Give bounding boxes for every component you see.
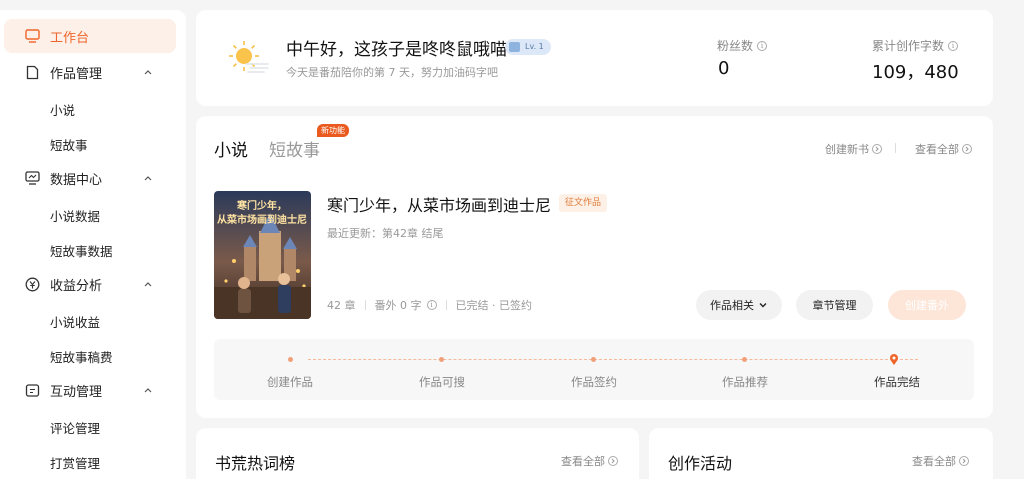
- latest-update: 最近更新：第42章 结尾: [327, 227, 444, 240]
- sidebar: 工作台 作品管理 小说 短故事 数据中心 小说数据 短故事数据 收益分析 小说收…: [0, 10, 186, 479]
- sidebar-group-label: 互动管理: [50, 384, 103, 400]
- sidebar-item-novel-income[interactable]: 小说收益: [50, 312, 100, 331]
- chevron-up-icon: [144, 388, 152, 393]
- book-title[interactable]: 寒门少年，从菜市场画到迪士尼: [327, 192, 551, 216]
- sidebar-item-novel[interactable]: 小说: [50, 100, 75, 119]
- divider: [364, 300, 366, 310]
- works-card: 小说 短故事 新功能 创建新书 查看全部 寒门少年， 从菜市场画到迪士尼 寒门少…: [196, 116, 993, 418]
- view-all-text: 查看全部: [912, 455, 956, 468]
- yen-circle-icon: [24, 276, 40, 292]
- step-label: 创建作品: [267, 375, 313, 389]
- tab-short-story[interactable]: 短故事: [269, 136, 320, 161]
- level-badge: Lv. 1: [505, 39, 551, 55]
- book-cover[interactable]: 寒门少年， 从菜市场画到迪士尼: [214, 191, 311, 319]
- sidebar-item-label: 工作台: [50, 30, 90, 46]
- words-label: 累计创作字数 i: [872, 37, 959, 54]
- arrow-right-circle-icon: [872, 144, 882, 154]
- create-book-text: 创建新书: [825, 143, 869, 156]
- arrow-right-circle-icon: [608, 456, 618, 466]
- extra-word-count: 番外 0 字: [374, 299, 422, 312]
- greeting-title: 中午好，这孩子是咚咚鼠哦喵: [286, 40, 507, 60]
- work-progress: 创建作品 作品可搜 作品签约 作品推荐 作品完结: [214, 339, 974, 400]
- step-dot: [742, 357, 747, 362]
- sidebar-group-income[interactable]: 收益分析: [4, 267, 176, 301]
- arrow-right-circle-icon: [959, 456, 969, 466]
- document-icon: [24, 64, 40, 80]
- info-icon[interactable]: i: [757, 40, 768, 51]
- cover-title-line1: 寒门少年，: [236, 199, 287, 212]
- sidebar-group-label: 数据中心: [50, 172, 103, 188]
- tab-novel[interactable]: 小说: [214, 136, 248, 161]
- step-label-current: 作品完结: [874, 375, 920, 389]
- chart-monitor-icon: [24, 170, 40, 186]
- chevron-up-icon: [144, 282, 152, 287]
- view-all-activity-link[interactable]: 查看全部: [912, 453, 969, 469]
- sidebar-item-comments[interactable]: 评论管理: [50, 418, 100, 437]
- sidebar-item-short-story-fee[interactable]: 短故事稿费: [50, 347, 113, 366]
- book-icon: [509, 42, 520, 52]
- view-all-text: 查看全部: [915, 143, 959, 156]
- level-text: Lv. 1: [525, 42, 544, 51]
- chevron-up-icon: [144, 176, 152, 181]
- create-book-link[interactable]: 创建新书: [825, 141, 882, 157]
- sidebar-group-data[interactable]: 数据中心: [4, 161, 176, 195]
- sidebar-group-label: 作品管理: [50, 66, 103, 82]
- sun-cloud-icon: [229, 41, 269, 73]
- step-label: 作品可搜: [419, 375, 465, 389]
- activity-card: 创作活动 查看全部: [649, 428, 993, 479]
- progress-track: [308, 359, 918, 360]
- view-all-works-link[interactable]: 查看全部: [915, 141, 972, 157]
- monitor-icon: [24, 28, 40, 44]
- work-related-dropdown[interactable]: 作品相关: [696, 290, 782, 320]
- sidebar-item-short-story-data[interactable]: 短故事数据: [50, 241, 113, 260]
- book-status: 已完结 · 已签约: [455, 299, 533, 312]
- fans-label-text: 粉丝数: [717, 39, 754, 53]
- words-value: 109，480: [872, 62, 959, 83]
- location-pin-icon: [890, 354, 898, 365]
- activity-title: 创作活动: [668, 454, 733, 473]
- step-dot: [591, 357, 596, 362]
- view-all-hot-link[interactable]: 查看全部: [561, 453, 618, 469]
- step-dot: [288, 357, 293, 362]
- view-all-text: 查看全部: [561, 455, 605, 468]
- chevron-up-icon: [144, 70, 152, 75]
- chapter-count: 42 章: [327, 299, 356, 312]
- sidebar-group-interaction[interactable]: 互动管理: [4, 373, 176, 407]
- greeting-subtitle: 今天是番茄陪你的第 7 天，努力加油码字吧: [286, 66, 498, 79]
- fans-value: 0: [718, 58, 730, 79]
- work-related-label: 作品相关: [710, 299, 754, 312]
- step-label: 作品推荐: [722, 375, 768, 389]
- info-icon[interactable]: i: [948, 40, 959, 51]
- sidebar-item-short-story[interactable]: 短故事: [50, 135, 88, 154]
- sidebar-group-works[interactable]: 作品管理: [4, 55, 176, 89]
- greeting-card: 中午好，这孩子是咚咚鼠哦喵 Lv. 1 今天是番茄陪你的第 7 天，努力加油码字…: [196, 10, 993, 106]
- book-meta: 42 章 番外 0 字 i 已完结 · 已签约: [327, 297, 532, 313]
- info-icon[interactable]: i: [426, 300, 437, 310]
- sidebar-item-workbench[interactable]: 工作台: [4, 19, 176, 53]
- step-label: 作品签约: [571, 375, 617, 389]
- fans-label: 粉丝数 i: [717, 37, 768, 54]
- hot-words-card: 书荒热词榜 查看全部: [196, 428, 639, 479]
- sidebar-item-rewards[interactable]: 打赏管理: [50, 453, 100, 472]
- divider: [445, 300, 447, 310]
- sidebar-item-novel-data[interactable]: 小说数据: [50, 206, 100, 225]
- chapter-manage-button[interactable]: 章节管理: [796, 290, 873, 320]
- cover-title-line2: 从菜市场画到迪士尼: [217, 213, 307, 226]
- create-extra-button[interactable]: 创建番外: [888, 290, 966, 320]
- arrow-right-circle-icon: [962, 144, 972, 154]
- divider: [895, 143, 896, 153]
- sidebar-group-label: 收益分析: [50, 278, 103, 294]
- interaction-icon: [24, 382, 40, 398]
- contest-tag: 征文作品: [559, 194, 608, 212]
- new-feature-badge: 新功能: [317, 124, 349, 137]
- hot-words-title: 书荒热词榜: [215, 454, 296, 473]
- step-dot: [439, 357, 444, 362]
- words-label-text: 累计创作字数: [872, 39, 945, 53]
- chevron-down-icon: [759, 303, 767, 308]
